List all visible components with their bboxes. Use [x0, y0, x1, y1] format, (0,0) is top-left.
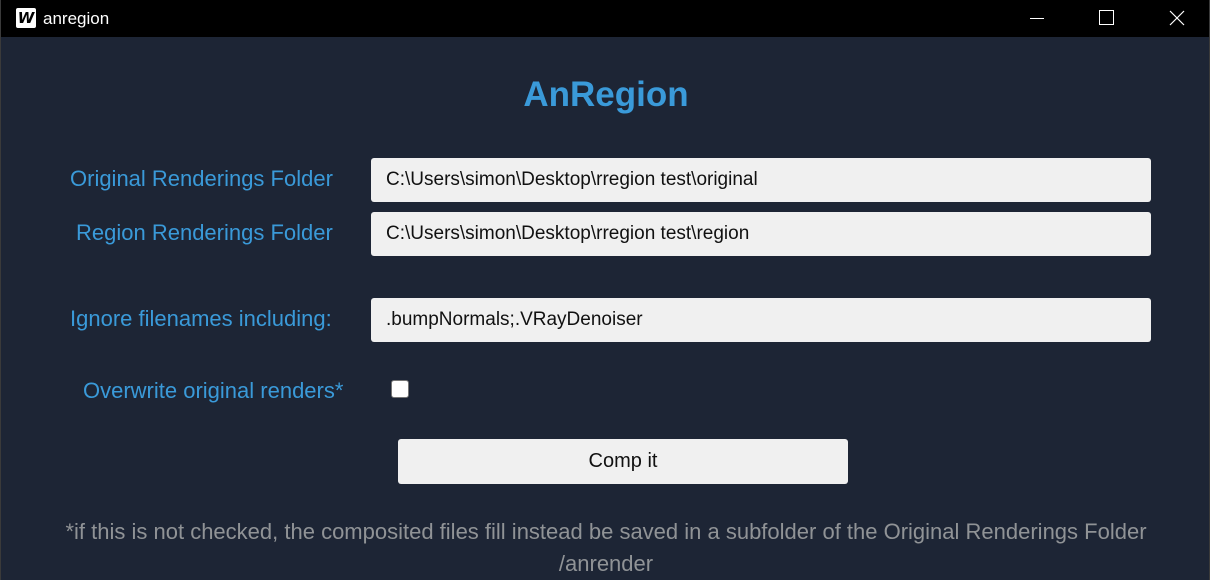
comp-it-button[interactable]: Comp it	[398, 439, 848, 484]
ignore-filenames-label: Ignore filenames including:	[70, 306, 332, 331]
original-folder-input[interactable]	[371, 158, 1151, 202]
app-window: W anregion AnRegion Original Renderings …	[0, 0, 1210, 580]
ignore-filenames-input[interactable]	[371, 298, 1151, 342]
close-button[interactable]	[1141, 0, 1209, 37]
close-icon	[1169, 10, 1185, 26]
original-folder-label: Original Renderings Folder	[70, 166, 333, 191]
app-logo-icon: W	[16, 8, 36, 28]
minimize-icon	[1030, 18, 1044, 19]
footnote-line-1: *if this is not checked, the composited …	[65, 519, 1147, 544]
overwrite-checkbox[interactable]	[391, 380, 409, 398]
maximize-icon	[1099, 10, 1114, 25]
region-folder-label: Region Renderings Folder	[76, 220, 333, 245]
maximize-button[interactable]	[1071, 0, 1141, 37]
title-bar: W anregion	[1, 0, 1209, 37]
minimize-button[interactable]	[1001, 0, 1071, 37]
footnote-line-2: /anrender	[558, 551, 654, 576]
window-title: anregion	[43, 9, 110, 28]
region-folder-input[interactable]	[371, 212, 1151, 256]
overwrite-label: Overwrite original renders*	[83, 378, 344, 403]
overwrite-footnote: *if this is not checked, the composited …	[1, 516, 1209, 580]
page-title: AnRegion	[523, 75, 689, 114]
